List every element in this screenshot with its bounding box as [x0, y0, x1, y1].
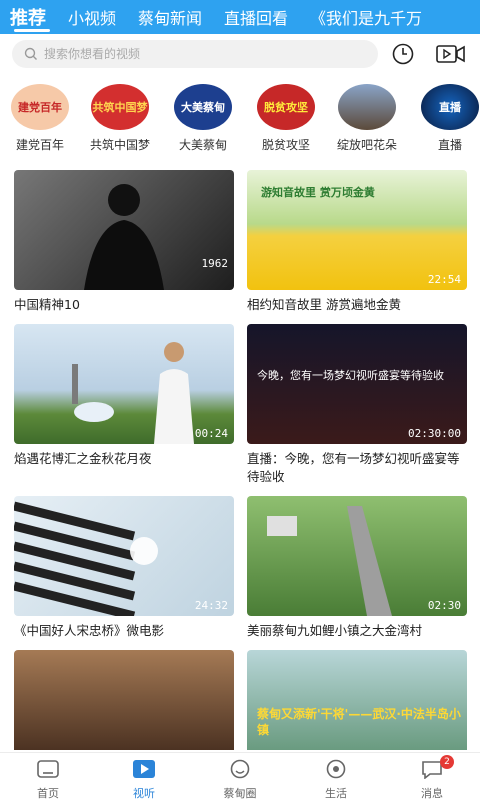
nav-home[interactable]: 首页	[18, 759, 78, 801]
video-thumbnail[interactable]: 游知音故里 赏万顷金黄 22:54	[247, 170, 467, 290]
play-icon	[133, 760, 155, 778]
category-row: 建党百年 建党百年 共筑中国梦 共筑中国梦 大美蔡甸 大美蔡甸 脱贫攻坚 脱贫攻…	[0, 84, 480, 156]
video-card[interactable]: 游知音故里 赏万顷金黄 22:54 相约知音故里 游赏遍地金黄	[247, 170, 467, 314]
category-china-dream[interactable]: 共筑中国梦 共筑中国梦	[80, 84, 160, 153]
category-poverty[interactable]: 脱贫攻坚 脱贫攻坚	[246, 84, 326, 153]
tab-live-replay[interactable]: 直播回看	[224, 5, 288, 29]
person-silhouette-icon	[84, 184, 164, 290]
thumbnail-overlay-text: 1962	[201, 257, 229, 270]
woman-figure-icon	[72, 342, 194, 444]
video-thumbnail[interactable]: 蔡甸又添新'干将'——武汉·中法半岛小镇	[247, 650, 467, 750]
category-art-text: 大美蔡甸	[181, 101, 225, 114]
video-card[interactable]: 24:32 《中国好人宋忠桥》微电影	[14, 496, 234, 640]
video-thumbnail[interactable]: 1962	[14, 170, 234, 290]
tab-caidian-news[interactable]: 蔡甸新闻	[138, 5, 202, 29]
category-thumb	[338, 84, 396, 130]
video-thumbnail[interactable]: 今晚，您有一场梦幻视听盛宴等待验收 02:30:00	[247, 324, 467, 444]
thumbnail-overlay-text: 蔡甸又添新'干将'——武汉·中法半岛小镇	[257, 707, 461, 737]
tab-short-video[interactable]: 小视频	[68, 5, 116, 29]
search-box[interactable]	[12, 40, 378, 68]
eye-icon	[326, 759, 346, 779]
video-duration: 24:32	[194, 599, 228, 612]
category-label: 直播	[437, 138, 462, 152]
category-flowers[interactable]: 绽放吧花朵	[327, 84, 407, 153]
category-jiandang[interactable]: 建党百年 建党百年	[0, 84, 80, 153]
thumbnail-overlay-text: 游知音故里 赏万顷金黄	[261, 186, 375, 199]
category-thumb: 大美蔡甸	[174, 84, 232, 130]
video-title: 《中国好人宋忠桥》微电影	[14, 623, 165, 638]
tab-we-are-ninety-million[interactable]: 《我们是九千万	[310, 5, 422, 29]
category-label: 绽放吧花朵	[336, 138, 397, 152]
top-tab-bar: 推荐 小视频 蔡甸新闻 直播回看 《我们是九千万	[0, 0, 480, 34]
video-thumbnail[interactable]: 24:32	[14, 496, 234, 616]
home-icon	[37, 760, 59, 778]
thumbnail-overlay-text: 今晚，您有一场梦幻视听盛宴等待验收	[257, 369, 444, 382]
category-art-text: 脱贫攻坚	[264, 101, 308, 114]
video-duration: 02:30	[427, 599, 461, 612]
bottom-nav: 首页 视听 蔡甸圈 生活 2 消息	[0, 752, 480, 800]
nav-messages[interactable]: 2 消息	[402, 755, 462, 801]
active-tab-indicator	[14, 29, 50, 32]
category-label: 大美蔡甸	[178, 138, 227, 152]
video-card[interactable]: 00:24 焰遇花博汇之金秋花月夜	[14, 324, 234, 468]
nav-label: 视听	[133, 787, 155, 800]
video-duration: 22:54	[427, 273, 461, 286]
nav-label: 消息	[421, 787, 443, 800]
circle-face-icon	[230, 759, 250, 779]
category-thumb: 建党百年	[11, 84, 69, 130]
clock-icon[interactable]	[392, 43, 414, 65]
category-beautiful-caidian[interactable]: 大美蔡甸 大美蔡甸	[163, 84, 243, 153]
category-label: 建党百年	[15, 138, 64, 152]
nav-life[interactable]: 生活	[306, 759, 366, 801]
video-card[interactable]: 02:30 美丽蔡甸九如鲤小镇之大金湾村	[247, 496, 467, 640]
category-thumb: 直播	[421, 84, 479, 130]
category-art-text: 共筑中国梦	[92, 101, 148, 114]
tab-recommend[interactable]: 推荐	[10, 4, 46, 30]
category-live[interactable]: 直播 直播	[410, 84, 480, 153]
category-thumb: 脱贫攻坚	[257, 84, 315, 130]
video-card[interactable]: 1962 中国精神10	[14, 170, 234, 314]
category-thumb: 共筑中国梦	[91, 84, 149, 130]
video-camera-icon[interactable]	[436, 44, 466, 64]
architecture-icon	[14, 501, 158, 616]
video-duration: 02:30:00	[408, 427, 461, 440]
nav-label: 蔡甸圈	[223, 787, 257, 800]
road-aerial-icon	[267, 506, 392, 616]
video-thumbnail[interactable]: 00:24	[14, 324, 234, 444]
nav-circle[interactable]: 蔡甸圈	[210, 759, 270, 801]
search-icon	[24, 47, 37, 60]
search-row	[0, 34, 480, 74]
nav-label: 生活	[325, 787, 347, 800]
video-title: 焰遇花博汇之金秋花月夜	[14, 451, 152, 466]
video-card[interactable]: 今晚，您有一场梦幻视听盛宴等待验收 02:30:00 直播：今晚，您有一场梦幻视…	[247, 324, 467, 486]
search-input[interactable]	[44, 47, 344, 61]
video-card[interactable]: 蔡甸又添新'干将'——武汉·中法半岛小镇	[247, 650, 467, 750]
video-title: 直播：今晚，您有一场梦幻视听盛宴等待验收	[247, 451, 460, 484]
video-thumbnail[interactable]: 02:30	[247, 496, 467, 616]
video-title: 相约知音故里 游赏遍地金黄	[247, 297, 401, 312]
video-grid: 1962 中国精神10 游知音故里 赏万顷金黄 22:54 相约知音故里 游赏遍…	[0, 170, 480, 750]
category-art-text: 建党百年	[18, 101, 62, 114]
nav-video[interactable]: 视听	[114, 759, 174, 801]
video-title: 中国精神10	[14, 297, 80, 312]
video-duration: 00:24	[194, 427, 228, 440]
category-art-text: 直播	[439, 101, 461, 114]
nav-label: 首页	[37, 787, 59, 800]
category-label: 共筑中国梦	[89, 138, 150, 152]
message-badge: 2	[440, 755, 454, 769]
video-card[interactable]	[14, 650, 234, 750]
video-title: 美丽蔡甸九如鲤小镇之大金湾村	[247, 623, 423, 638]
category-label: 脱贫攻坚	[261, 138, 310, 152]
video-thumbnail[interactable]	[14, 650, 234, 750]
